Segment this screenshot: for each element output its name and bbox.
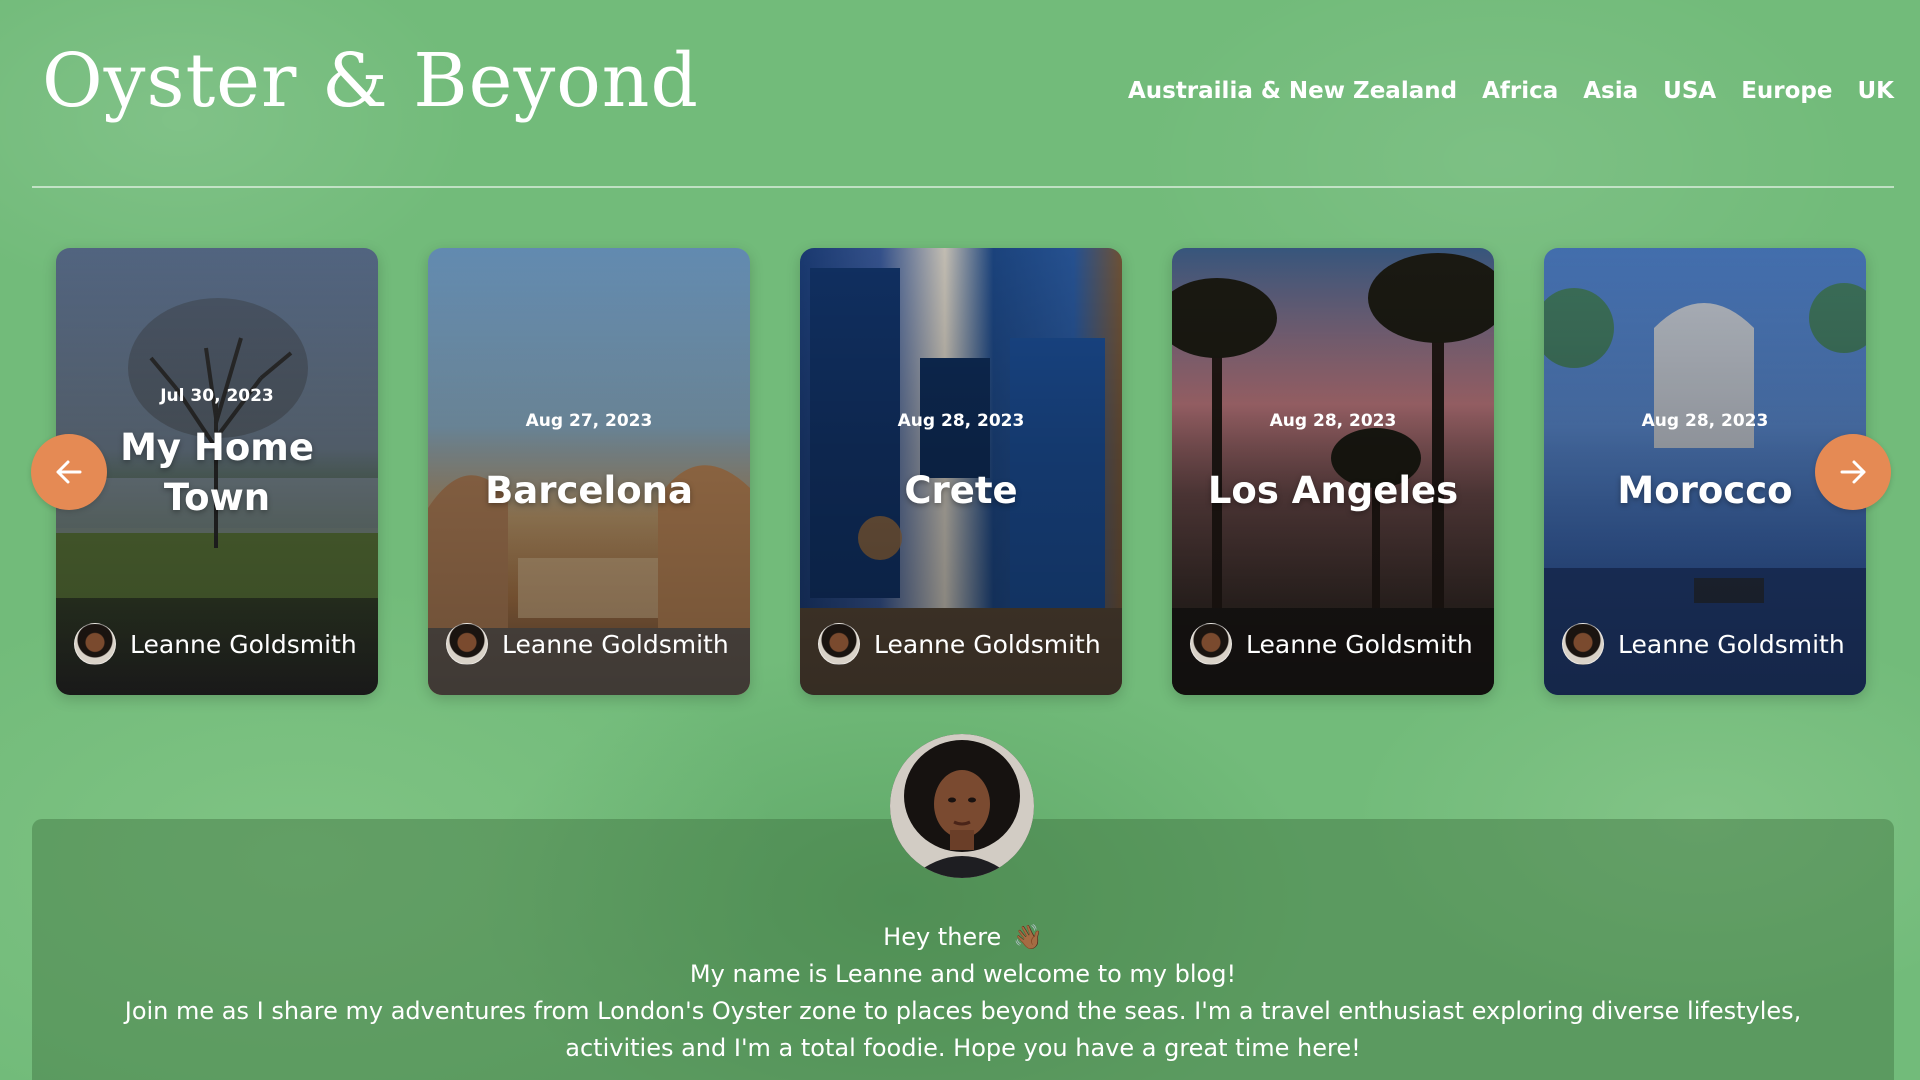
post-date: Aug 28, 2023 [1641, 411, 1769, 431]
waving-hand-icon: 👋🏾 [1012, 923, 1043, 951]
post-card-los-angeles[interactable]: Aug 28, 2023 Los Angeles Leanne Goldsmit… [1172, 248, 1494, 695]
author-avatar [1190, 623, 1232, 665]
arrow-left-icon [56, 460, 82, 484]
post-card-barcelona[interactable]: Aug 27, 2023 Barcelona Leanne Goldsmith [428, 248, 750, 695]
post-carousel: Jul 30, 2023 My Home Town Leanne Goldsmi… [56, 248, 1868, 695]
carousel-next-button[interactable] [1815, 434, 1891, 510]
author-avatar [818, 623, 860, 665]
post-author: Leanne Goldsmith [1190, 623, 1473, 665]
carousel-prev-button[interactable] [31, 434, 107, 510]
post-author: Leanne Goldsmith [74, 623, 357, 665]
about-text: Hey there 👋🏾 My name is Leanne and welco… [32, 919, 1894, 1067]
author-avatar [74, 623, 116, 665]
author-name: Leanne Goldsmith [1618, 629, 1845, 659]
nav-item-asia[interactable]: Asia [1583, 80, 1638, 103]
about-description-cont: activities and I'm a total foodie. Hope … [565, 1034, 1361, 1062]
about-description: Join me as I share my adventures from Lo… [124, 997, 1802, 1025]
arrow-right-icon [1840, 460, 1866, 484]
post-card-crete[interactable]: Aug 28, 2023 Crete Leanne Goldsmith [800, 248, 1122, 695]
author-name: Leanne Goldsmith [130, 629, 357, 659]
site-header: Oyster & Beyond Austrailia & New Zealand… [0, 0, 1920, 188]
post-date: Jul 30, 2023 [160, 386, 274, 406]
post-date: Aug 27, 2023 [525, 411, 653, 431]
post-date: Aug 28, 2023 [897, 411, 1025, 431]
about-greeting: Hey there 👋🏾 [32, 919, 1894, 956]
author-name: Leanne Goldsmith [502, 629, 729, 659]
author-name: Leanne Goldsmith [874, 629, 1101, 659]
author-avatar [446, 623, 488, 665]
nav-item-africa[interactable]: Africa [1482, 80, 1558, 103]
profile-avatar [890, 734, 1034, 878]
post-title[interactable]: Crete [800, 466, 1122, 516]
post-author: Leanne Goldsmith [818, 623, 1101, 665]
header-divider [32, 186, 1894, 188]
main-nav: Austrailia & New Zealand Africa Asia USA… [1128, 80, 1894, 103]
post-author: Leanne Goldsmith [446, 623, 729, 665]
author-name: Leanne Goldsmith [1246, 629, 1473, 659]
post-date: Aug 28, 2023 [1269, 411, 1397, 431]
profile-photo [890, 734, 1034, 878]
nav-item-uk[interactable]: UK [1858, 80, 1895, 103]
about-welcome: My name is Leanne and welcome to my blog… [689, 960, 1237, 988]
author-avatar [1562, 623, 1604, 665]
post-author: Leanne Goldsmith [1562, 623, 1845, 665]
nav-item-australia-new-zealand[interactable]: Austrailia & New Zealand [1128, 80, 1457, 103]
post-title[interactable]: Barcelona [428, 466, 750, 516]
greeting-text: Hey there [883, 923, 1002, 951]
post-title[interactable]: Los Angeles [1172, 466, 1494, 516]
nav-item-usa[interactable]: USA [1663, 80, 1716, 103]
site-logo[interactable]: Oyster & Beyond [42, 44, 699, 118]
nav-item-europe[interactable]: Europe [1741, 80, 1832, 103]
